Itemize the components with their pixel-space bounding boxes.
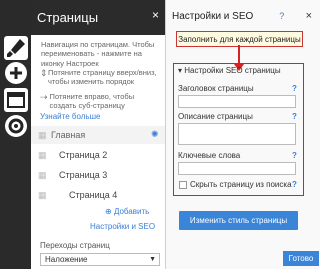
drag-handle-icon[interactable]: ▦ xyxy=(38,150,47,161)
move-vertical-icon: ⇕ xyxy=(40,68,48,78)
help-icon[interactable]: ? xyxy=(292,84,297,93)
hide-from-search-label: Скрыть страницу из поиска xyxy=(190,180,292,189)
collapse-icon: ▾ xyxy=(178,66,183,75)
done-button[interactable]: Готово xyxy=(283,251,319,266)
page-description-input[interactable] xyxy=(178,123,296,145)
brush-icon[interactable] xyxy=(4,36,28,60)
left-toolbar xyxy=(0,0,31,269)
chevron-down-icon: ▼ xyxy=(149,256,156,263)
move-right-icon: ⇢ xyxy=(40,92,48,102)
plus-icon[interactable] xyxy=(4,61,28,85)
page-settings-icon[interactable]: ✺ xyxy=(151,129,159,140)
gear-icon[interactable] xyxy=(4,114,28,138)
tree-item-page2[interactable]: ▦ Страница 2 xyxy=(31,146,165,164)
close-icon[interactable]: × xyxy=(152,8,159,22)
keywords-label: Ключевые слова xyxy=(178,151,241,160)
seo-section-title[interactable]: ▾ Настройки SEO страницы xyxy=(178,66,281,75)
page-title-input[interactable] xyxy=(178,95,296,108)
close-icon[interactable]: × xyxy=(306,10,312,22)
drag-handle-icon[interactable]: ▦ xyxy=(38,190,47,201)
help-icon[interactable]: ? xyxy=(292,112,297,121)
settings-title: Настройки и SEO xyxy=(172,10,254,22)
tree-label: Главная xyxy=(51,130,86,140)
drag-handle-icon[interactable]: ▦ xyxy=(38,130,47,141)
pages-panel-header: Страницы × xyxy=(31,0,165,35)
transitions-select[interactable]: Наложение ▼ xyxy=(40,253,160,266)
plus-circle-icon: ⊕ xyxy=(105,207,112,216)
tree-label: Страница 4 xyxy=(69,190,118,200)
pages-panel-title: Страницы xyxy=(37,10,99,25)
keywords-input[interactable] xyxy=(178,162,296,175)
hide-from-search-checkbox[interactable] xyxy=(179,181,187,189)
settings-header: Настройки и SEO ? xyxy=(166,0,320,32)
learn-more-link[interactable]: Узнайте больше xyxy=(40,112,100,121)
hint-drag-up: ⇕ Потяните страницу вверх/вниз, чтобы из… xyxy=(40,68,157,87)
transitions-label: Переходы страниц xyxy=(40,241,110,250)
tree-item-home[interactable]: ▦ Главная ✺ xyxy=(31,126,165,144)
help-icon[interactable]: ? xyxy=(292,180,297,189)
help-icon[interactable]: ? xyxy=(279,11,284,21)
tree-label: Страница 3 xyxy=(59,170,108,180)
page-title-label: Заголовок страницы xyxy=(178,84,254,93)
page-description-label: Описание страницы xyxy=(178,112,253,121)
pages-icon[interactable] xyxy=(4,88,28,112)
tree-item-page4[interactable]: ▦ Страница 4 xyxy=(31,186,165,204)
hint-drag-right: ⇢ Потяните вправо, чтобы создать суб-стр… xyxy=(40,92,135,111)
tree-label: Страница 2 xyxy=(59,150,108,160)
help-icon[interactable]: ? xyxy=(292,151,297,160)
drag-handle-icon[interactable]: ▦ xyxy=(38,170,47,181)
hint-navigate: Навигация по страницам. Чтобы переименов… xyxy=(41,40,155,68)
change-style-button[interactable]: Изменить стиль страницы xyxy=(179,211,298,230)
add-page-link[interactable]: ⊕ Добавить xyxy=(105,207,149,216)
tree-item-page3[interactable]: ▦ Страница 3 xyxy=(31,166,165,184)
seo-settings-link[interactable]: Настройки и SEO xyxy=(90,222,155,231)
